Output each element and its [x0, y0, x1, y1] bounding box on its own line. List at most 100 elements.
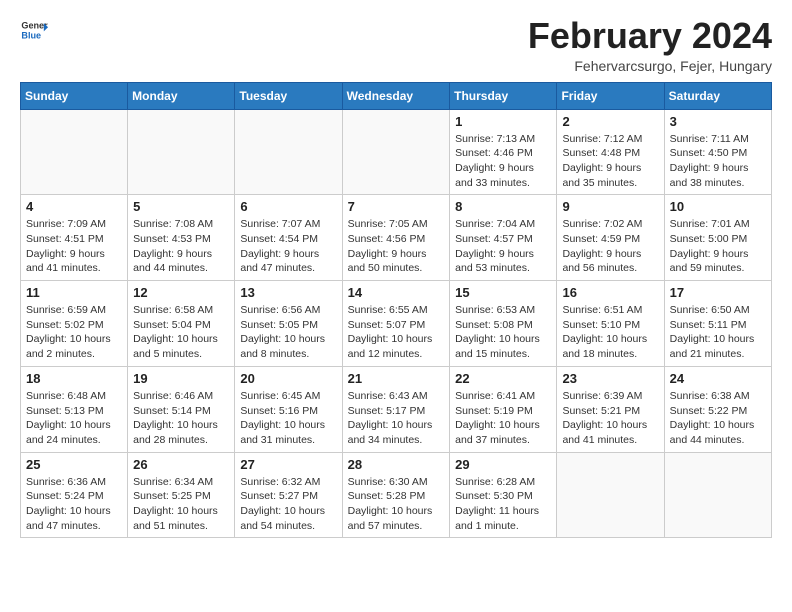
day-info: Sunrise: 6:36 AMSunset: 5:24 PMDaylight:… — [26, 475, 122, 534]
calendar-cell — [664, 452, 771, 538]
weekday-header-friday: Friday — [557, 82, 664, 109]
day-number: 17 — [670, 285, 766, 300]
calendar-cell — [21, 109, 128, 195]
day-info: Sunrise: 6:48 AMSunset: 5:13 PMDaylight:… — [26, 389, 122, 448]
calendar-week-row: 4 Sunrise: 7:09 AMSunset: 4:51 PMDaylight… — [21, 195, 772, 281]
calendar-cell: 15Sunrise: 6:53 AMSunset: 5:08 PMDayligh… — [450, 281, 557, 367]
calendar-week-row: 25 Sunrise: 6:36 AMSunset: 5:24 PMDayligh… — [21, 452, 772, 538]
calendar-week-row: 1Sunrise: 7:13 AMSunset: 4:46 PMDaylight… — [21, 109, 772, 195]
weekday-header-monday: Monday — [128, 82, 235, 109]
day-number: 13 — [240, 285, 336, 300]
day-number: 28 — [348, 457, 445, 472]
day-number: 8 — [455, 199, 551, 214]
day-number: 22 — [455, 371, 551, 386]
day-number: 27 — [240, 457, 336, 472]
day-info: Sunrise: 6:43 AMSunset: 5:17 PMDaylight:… — [348, 389, 445, 448]
day-info: Sunrise: 6:41 AMSunset: 5:19 PMDaylight:… — [455, 389, 551, 448]
day-info: Sunrise: 6:45 AMSunset: 5:16 PMDaylight:… — [240, 389, 336, 448]
calendar-cell: 20 Sunrise: 6:45 AMSunset: 5:16 PMDayligh… — [235, 366, 342, 452]
calendar-cell: 16Sunrise: 6:51 AMSunset: 5:10 PMDayligh… — [557, 281, 664, 367]
day-info: Sunrise: 7:09 AMSunset: 4:51 PMDaylight:… — [26, 217, 122, 276]
day-number: 7 — [348, 199, 445, 214]
day-number: 25 — [26, 457, 122, 472]
calendar-week-row: 18 Sunrise: 6:48 AMSunset: 5:13 PMDayligh… — [21, 366, 772, 452]
day-number: 6 — [240, 199, 336, 214]
day-info: Sunrise: 6:50 AMSunset: 5:11 PMDaylight:… — [670, 303, 766, 362]
day-info: Sunrise: 7:12 AMSunset: 4:48 PMDaylight:… — [562, 132, 658, 191]
day-number: 4 — [26, 199, 122, 214]
calendar-cell: 26 Sunrise: 6:34 AMSunset: 5:25 PMDayligh… — [128, 452, 235, 538]
day-info: Sunrise: 6:56 AMSunset: 5:05 PMDaylight:… — [240, 303, 336, 362]
day-info: Sunrise: 6:30 AMSunset: 5:28 PMDaylight:… — [348, 475, 445, 534]
day-info: Sunrise: 6:59 AMSunset: 5:02 PMDaylight:… — [26, 303, 122, 362]
day-info: Sunrise: 7:07 AMSunset: 4:54 PMDaylight:… — [240, 217, 336, 276]
day-number: 18 — [26, 371, 122, 386]
day-info: Sunrise: 6:28 AMSunset: 5:30 PMDaylight:… — [455, 475, 551, 534]
day-number: 10 — [670, 199, 766, 214]
day-info: Sunrise: 6:58 AMSunset: 5:04 PMDaylight:… — [133, 303, 229, 362]
svg-text:Blue: Blue — [21, 30, 41, 40]
calendar-cell: 21Sunrise: 6:43 AMSunset: 5:17 PMDayligh… — [342, 366, 450, 452]
calendar-cell: 22 Sunrise: 6:41 AMSunset: 5:19 PMDayligh… — [450, 366, 557, 452]
day-number: 2 — [562, 114, 658, 129]
weekday-header-tuesday: Tuesday — [235, 82, 342, 109]
day-number: 5 — [133, 199, 229, 214]
calendar-cell: 29 Sunrise: 6:28 AMSunset: 5:30 PMDayligh… — [450, 452, 557, 538]
day-number: 20 — [240, 371, 336, 386]
calendar-cell: 24 Sunrise: 6:38 AMSunset: 5:22 PMDayligh… — [664, 366, 771, 452]
day-info: Sunrise: 7:02 AMSunset: 4:59 PMDaylight:… — [562, 217, 658, 276]
day-number: 15 — [455, 285, 551, 300]
calendar-cell: 10 Sunrise: 7:01 AMSunset: 5:00 PMDayligh… — [664, 195, 771, 281]
day-info: Sunrise: 7:04 AMSunset: 4:57 PMDaylight:… — [455, 217, 551, 276]
calendar-cell — [557, 452, 664, 538]
logo: General Blue — [20, 16, 48, 44]
day-info: Sunrise: 6:32 AMSunset: 5:27 PMDaylight:… — [240, 475, 336, 534]
title-area: February 2024 Fehervarcsurgo, Fejer, Hun… — [528, 16, 772, 74]
calendar: SundayMondayTuesdayWednesdayThursdayFrid… — [20, 82, 772, 539]
day-number: 11 — [26, 285, 122, 300]
day-info: Sunrise: 6:39 AMSunset: 5:21 PMDaylight:… — [562, 389, 658, 448]
calendar-cell: 25 Sunrise: 6:36 AMSunset: 5:24 PMDayligh… — [21, 452, 128, 538]
calendar-cell: 23 Sunrise: 6:39 AMSunset: 5:21 PMDayligh… — [557, 366, 664, 452]
calendar-cell — [235, 109, 342, 195]
calendar-cell — [128, 109, 235, 195]
weekday-header-thursday: Thursday — [450, 82, 557, 109]
day-number: 26 — [133, 457, 229, 472]
calendar-cell: 8 Sunrise: 7:04 AMSunset: 4:57 PMDaylight… — [450, 195, 557, 281]
calendar-cell: 11 Sunrise: 6:59 AMSunset: 5:02 PMDayligh… — [21, 281, 128, 367]
day-info: Sunrise: 6:55 AMSunset: 5:07 PMDaylight:… — [348, 303, 445, 362]
weekday-header-sunday: Sunday — [21, 82, 128, 109]
calendar-cell — [342, 109, 450, 195]
header: General Blue February 2024 Fehervarcsurg… — [20, 16, 772, 74]
day-info: Sunrise: 6:51 AMSunset: 5:10 PMDaylight:… — [562, 303, 658, 362]
calendar-week-row: 11 Sunrise: 6:59 AMSunset: 5:02 PMDayligh… — [21, 281, 772, 367]
day-info: Sunrise: 7:01 AMSunset: 5:00 PMDaylight:… — [670, 217, 766, 276]
day-number: 9 — [562, 199, 658, 214]
day-number: 19 — [133, 371, 229, 386]
calendar-cell: 1Sunrise: 7:13 AMSunset: 4:46 PMDaylight… — [450, 109, 557, 195]
calendar-cell: 19Sunrise: 6:46 AMSunset: 5:14 PMDayligh… — [128, 366, 235, 452]
day-number: 12 — [133, 285, 229, 300]
day-number: 23 — [562, 371, 658, 386]
calendar-cell: 3 Sunrise: 7:11 AMSunset: 4:50 PMDaylight… — [664, 109, 771, 195]
calendar-cell: 5Sunrise: 7:08 AMSunset: 4:53 PMDaylight… — [128, 195, 235, 281]
calendar-cell: 7 Sunrise: 7:05 AMSunset: 4:56 PMDaylight… — [342, 195, 450, 281]
calendar-cell: 27 Sunrise: 6:32 AMSunset: 5:27 PMDayligh… — [235, 452, 342, 538]
day-number: 3 — [670, 114, 766, 129]
calendar-cell: 13 Sunrise: 6:56 AMSunset: 5:05 PMDayligh… — [235, 281, 342, 367]
day-info: Sunrise: 7:05 AMSunset: 4:56 PMDaylight:… — [348, 217, 445, 276]
weekday-header-wednesday: Wednesday — [342, 82, 450, 109]
day-info: Sunrise: 6:34 AMSunset: 5:25 PMDaylight:… — [133, 475, 229, 534]
day-info: Sunrise: 6:38 AMSunset: 5:22 PMDaylight:… — [670, 389, 766, 448]
calendar-cell: 4 Sunrise: 7:09 AMSunset: 4:51 PMDaylight… — [21, 195, 128, 281]
calendar-cell: 17 Sunrise: 6:50 AMSunset: 5:11 PMDayligh… — [664, 281, 771, 367]
calendar-cell: 12 Sunrise: 6:58 AMSunset: 5:04 PMDayligh… — [128, 281, 235, 367]
weekday-header-row: SundayMondayTuesdayWednesdayThursdayFrid… — [21, 82, 772, 109]
day-number: 24 — [670, 371, 766, 386]
day-number: 29 — [455, 457, 551, 472]
day-info: Sunrise: 7:11 AMSunset: 4:50 PMDaylight:… — [670, 132, 766, 191]
logo-icon: General Blue — [20, 16, 48, 44]
calendar-cell: 18 Sunrise: 6:48 AMSunset: 5:13 PMDayligh… — [21, 366, 128, 452]
calendar-cell: 6 Sunrise: 7:07 AMSunset: 4:54 PMDaylight… — [235, 195, 342, 281]
calendar-cell: 2 Sunrise: 7:12 AMSunset: 4:48 PMDaylight… — [557, 109, 664, 195]
